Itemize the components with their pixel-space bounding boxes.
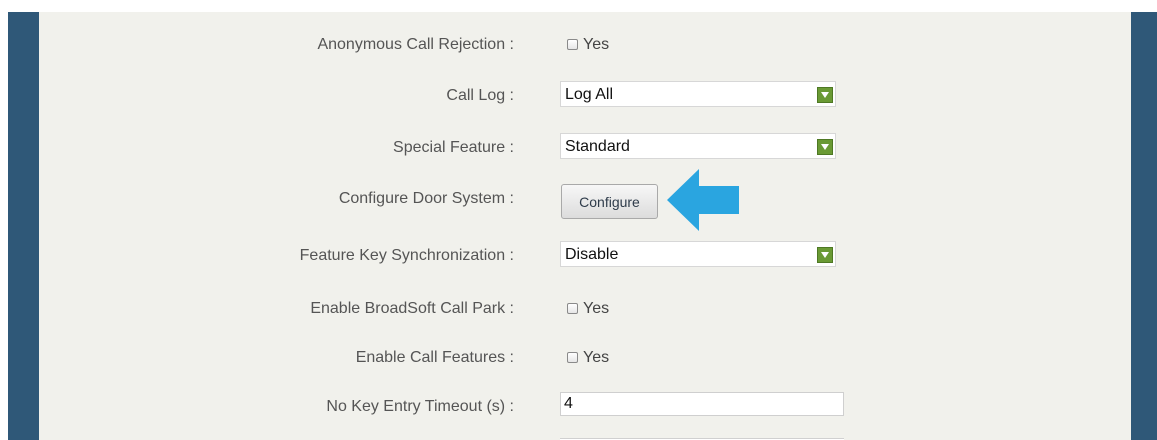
special-feature-selected-value: Standard <box>565 138 630 155</box>
anonymous-call-rejection-label: Anonymous Call Rejection : <box>317 36 514 53</box>
settings-page: Anonymous Call Rejection : Yes Call Log … <box>0 0 1157 440</box>
checkbox-icon[interactable] <box>567 351 578 363</box>
special-feature-label: Special Feature : <box>393 139 514 156</box>
no-key-entry-timeout-input[interactable] <box>560 392 844 416</box>
configure-button[interactable]: Configure <box>561 184 658 219</box>
feature-key-synchronization-selected-value: Disable <box>565 246 619 263</box>
row-call-log: Call Log : Log All <box>39 81 1131 111</box>
row-enable-broadsoft-call-park: Enable BroadSoft Call Park : Yes <box>39 294 1131 324</box>
right-sidebar-border <box>1131 12 1157 440</box>
special-feature-select[interactable]: Standard <box>560 133 836 159</box>
row-anonymous-call-rejection: Anonymous Call Rejection : Yes <box>39 30 1131 60</box>
settings-panel: Anonymous Call Rejection : Yes Call Log … <box>39 12 1131 440</box>
call-log-selected-value: Log All <box>565 86 614 103</box>
row-feature-key-synchronization: Feature Key Synchronization : Disable <box>39 241 1131 271</box>
row-configure-door-system: Configure Door System : Configure <box>39 184 1131 219</box>
enable-call-features-yes-label: Yes <box>583 349 610 366</box>
left-sidebar-border <box>8 12 39 440</box>
call-log-label: Call Log : <box>446 87 514 104</box>
triangle-down-icon[interactable] <box>817 139 833 155</box>
feature-key-synchronization-label: Feature Key Synchronization : <box>299 247 514 264</box>
configure-door-system-label: Configure Door System : <box>338 190 514 207</box>
enable-broadsoft-call-park-checkbox[interactable]: Yes <box>567 300 609 318</box>
row-enable-call-features: Enable Call Features : Yes <box>39 343 1131 373</box>
no-key-entry-timeout-label: No Key Entry Timeout (s) : <box>326 398 514 415</box>
triangle-down-icon[interactable] <box>817 247 833 263</box>
checkbox-icon[interactable] <box>567 302 578 314</box>
feature-key-synchronization-select[interactable]: Disable <box>560 241 836 267</box>
checkbox-icon[interactable] <box>567 38 578 50</box>
enable-broadsoft-call-park-label: Enable BroadSoft Call Park : <box>310 300 514 317</box>
row-special-feature: Special Feature : Standard <box>39 133 1131 163</box>
enable-call-features-label: Enable Call Features : <box>355 349 514 366</box>
enable-call-features-checkbox[interactable]: Yes <box>567 349 609 367</box>
anonymous-call-rejection-yes-label: Yes <box>583 36 610 53</box>
row-no-key-entry-timeout: No Key Entry Timeout (s) : <box>39 392 1131 422</box>
enable-broadsoft-call-park-yes-label: Yes <box>583 300 610 317</box>
left-arrow-icon <box>667 169 739 231</box>
call-log-select[interactable]: Log All <box>560 81 836 107</box>
anonymous-call-rejection-checkbox[interactable]: Yes <box>567 36 609 54</box>
triangle-down-icon[interactable] <box>817 87 833 103</box>
